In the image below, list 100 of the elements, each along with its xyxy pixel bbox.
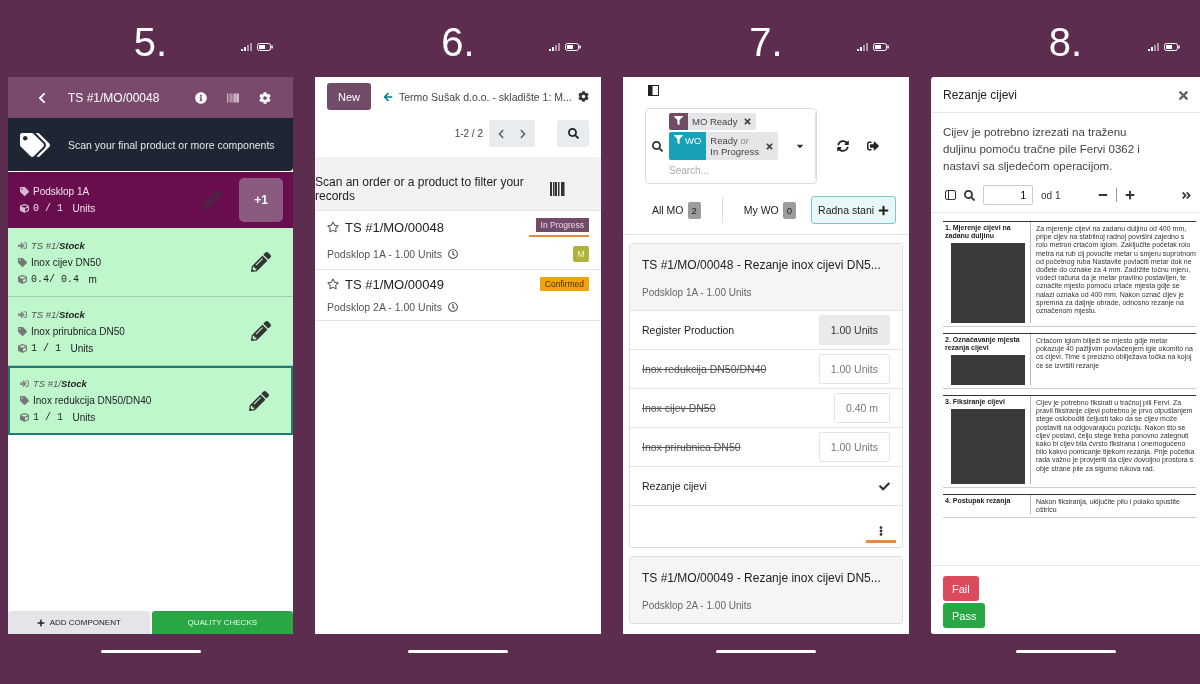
sidebar-toggle-icon[interactable]: [648, 85, 659, 96]
zoom-in-icon[interactable]: [1125, 190, 1135, 200]
component-name: Inox prirubnica DN50: [31, 325, 125, 337]
settings-icon[interactable]: [578, 91, 589, 102]
refresh-icon[interactable]: [837, 140, 849, 152]
star-icon[interactable]: [327, 278, 339, 291]
close-icon[interactable]: [764, 141, 774, 151]
search-icon: [652, 140, 663, 152]
clock-icon[interactable]: [448, 248, 458, 259]
component-label: Inox redukcija DN50/DN40: [642, 363, 768, 375]
close-icon[interactable]: [1177, 88, 1190, 102]
pager-buttons[interactable]: [489, 120, 535, 147]
unit-label: Units: [71, 203, 96, 214]
component-name: Inox cijev DN50: [31, 256, 102, 268]
quantity-field[interactable]: 0.40 m: [833, 393, 890, 423]
search-field[interactable]: MO Ready WO Ready or In Progress Search...: [645, 108, 817, 184]
component-row[interactable]: TS #1/Stock Inox redukcija DN50/DN40 1 / 1 Units: [8, 366, 293, 435]
record-detail: Podsklop 1A - 1.00 Units: [327, 247, 442, 260]
record-detail: Podsklop 2A - 1.00 Units: [327, 300, 442, 313]
pencil-icon[interactable]: [249, 390, 269, 411]
step-number: 7.: [749, 18, 783, 62]
location-icon: [18, 309, 27, 319]
settings-icon[interactable]: [259, 91, 271, 104]
pencil-icon[interactable]: [251, 321, 271, 341]
product-name: Podsklop 1A: [33, 186, 90, 197]
filter-icon: [674, 116, 683, 125]
next-icon[interactable]: [518, 128, 528, 139]
fail-button[interactable]: Fail: [943, 576, 979, 601]
plus-one-button[interactable]: +1: [239, 178, 283, 222]
location-text: TS #1/Stock: [31, 308, 85, 320]
page-count: od 1: [1041, 189, 1062, 201]
star-icon[interactable]: [327, 221, 339, 234]
component-row[interactable]: TS #1/Stock Inox cijev DN50 0.4/ 0.4 m: [8, 228, 293, 297]
row-label: Register Production: [642, 324, 736, 336]
cube-icon: [20, 413, 29, 422]
new-button[interactable]: New: [327, 83, 371, 110]
step-number: 6.: [441, 18, 475, 62]
filter-tab[interactable]: Radna stani: [811, 196, 897, 224]
pencil-icon[interactable]: [251, 252, 271, 272]
tag-icon: [20, 396, 29, 405]
card-subtitle: Podsklop 2A - 1.00 Units: [642, 600, 753, 611]
record-row[interactable]: TS #1/MO/00048 In Progress Podsklop 1A - 1.00 Units M: [315, 210, 601, 270]
product-quantity: 0 / 1: [33, 203, 63, 214]
step-number: 8.: [1048, 18, 1083, 62]
assignee-avatar: M: [573, 245, 589, 262]
more-tools-icon[interactable]: [1181, 189, 1192, 201]
location-icon: [18, 240, 27, 250]
tag-icon: [18, 326, 27, 336]
previous-icon[interactable]: [496, 128, 506, 139]
scan-hint: Scan an order or a product to filter your records: [315, 175, 525, 204]
info-icon[interactable]: [195, 91, 207, 104]
record-reference: TS #1/MO/00049: [345, 276, 445, 292]
banner-text: Scan your final product or more components: [68, 138, 275, 151]
sidebar-toggle-icon[interactable]: [945, 190, 956, 200]
filter-tab[interactable]: My WO 0: [736, 196, 804, 224]
breadcrumb-link[interactable]: Termo Sušak d.o.o. - skladište 1: M...: [399, 90, 572, 103]
header-title: TS #1/MO/00048: [68, 90, 161, 105]
clock-icon[interactable]: [448, 301, 458, 312]
card-title[interactable]: TS #1/MO/00049 - Rezanje inox cijevi DN5...: [642, 571, 890, 585]
filter-tab[interactable]: All MO 2: [645, 196, 708, 224]
back-icon[interactable]: [36, 91, 48, 104]
product-row[interactable]: Podsklop 1A 0 / 1 Units +1: [8, 172, 293, 228]
filter-chip[interactable]: WO Ready or In Progress: [669, 132, 778, 160]
dialog-title: Rezanje cijevi: [943, 88, 1019, 102]
record-row[interactable]: TS #1/MO/00049 Confirmed Podsklop 2A - 1.00 Units: [315, 269, 601, 321]
signal-icon: [549, 42, 561, 51]
quantity-field[interactable]: 1.00 Units: [818, 354, 890, 384]
instruction-text: Cijev je potrebno izrezati na traženu duljinu pomoću tračne pile Fervi 0362 i nastavi sa sljedećom operacijom.: [942, 125, 1141, 174]
cube-icon: [18, 274, 27, 284]
step-number: 5.: [133, 18, 168, 62]
battery-icon: [565, 42, 581, 51]
exit-icon[interactable]: [867, 140, 879, 152]
plus-icon: [36, 618, 45, 627]
pager-text: 1-2 / 2: [454, 128, 483, 139]
unit-label: m: [87, 273, 97, 285]
location-icon: [20, 379, 29, 388]
filter-chip[interactable]: MO Ready: [669, 113, 757, 130]
location-text: TS #1/Stock: [33, 378, 87, 389]
tag-icon: [20, 187, 29, 196]
card-title[interactable]: TS #1/MO/00048 - Rezanje inox cijevi DN5...: [642, 258, 890, 272]
battery-icon: [257, 42, 273, 51]
component-row[interactable]: TS #1/Stock Inox prirubnica DN50 1 / 1 Units: [8, 297, 293, 366]
quantity-field[interactable]: 1.00 Units: [818, 432, 890, 462]
barcode-icon[interactable]: [550, 182, 566, 197]
battery-icon: [1164, 42, 1180, 51]
close-icon[interactable]: [743, 117, 753, 126]
quantity-button[interactable]: 1.00 Units: [818, 315, 890, 345]
component-name: Inox redukcija DN50/DN40: [33, 395, 152, 406]
component-label: Inox prirubnica DN50: [642, 441, 742, 453]
search-button[interactable]: [557, 120, 589, 147]
add-component-button[interactable]: ADD COMPONENT: [8, 611, 150, 634]
unit-label: Units: [69, 342, 94, 354]
battery-icon: [873, 42, 889, 51]
search-icon[interactable]: [964, 189, 975, 201]
back-arrow-icon[interactable]: [383, 91, 393, 102]
step-label: Rezanje cijevi: [642, 480, 708, 492]
more-menu-button[interactable]: [866, 526, 896, 543]
card-subtitle: Podsklop 1A - 1.00 Units: [642, 287, 753, 298]
plus-icon: [878, 204, 890, 216]
page-number-field[interactable]: 1: [983, 185, 1033, 205]
